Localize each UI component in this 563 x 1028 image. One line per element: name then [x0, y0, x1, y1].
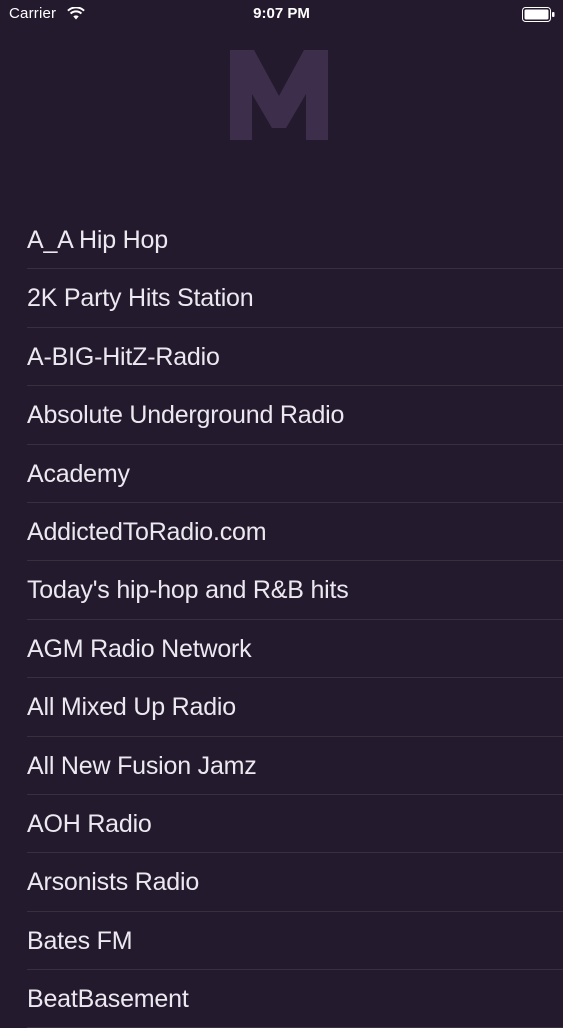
station-list: A_A Hip Hop 2K Party Hits Station A-BIG-Hi… [0, 211, 563, 1028]
station-name: Today's hip-hop and R&B hits [27, 576, 349, 605]
station-name: Arsonists Radio [27, 868, 200, 897]
station-row[interactable]: Arsonists Radio [0, 853, 563, 913]
station-name: All Mixed Up Radio [27, 693, 236, 722]
battery-icon [522, 7, 555, 22]
status-time: 9:07 PM [253, 5, 310, 22]
station-name: Academy [27, 459, 130, 488]
station-row[interactable]: Academy [0, 445, 563, 504]
station-row[interactable]: AOH Radio [0, 795, 563, 854]
station-row[interactable]: 2K Party Hits Station [0, 269, 563, 329]
station-name: AGM Radio Network [27, 634, 252, 663]
logo-letter-m [230, 50, 328, 140]
station-name: A-BIG-HitZ-Radio [27, 342, 220, 371]
station-name: Bates FM [27, 926, 133, 955]
station-row[interactable]: All New Fusion Jamz [0, 737, 563, 796]
app-logo [230, 50, 328, 140]
station-row[interactable]: A-BIG-HitZ-Radio [0, 328, 563, 387]
station-row[interactable]: AddictedToRadio.com [0, 503, 563, 562]
station-name: AddictedToRadio.com [27, 517, 267, 546]
station-row[interactable]: Absolute Underground Radio [0, 386, 563, 445]
station-name: Absolute Underground Radio [27, 401, 345, 430]
station-row[interactable]: Bates FM [0, 912, 563, 971]
station-row[interactable]: A_A Hip Hop [0, 211, 563, 270]
station-name: BeatBasement [27, 985, 189, 1014]
status-bar: Carrier 9:07 PM [0, 0, 563, 30]
station-row[interactable]: BeatBasement [0, 970, 563, 1028]
station-name: 2K Party Hits Station [27, 284, 254, 313]
station-name: All New Fusion Jamz [27, 751, 257, 780]
station-name: A_A Hip Hop [27, 226, 168, 254]
station-row[interactable]: Today's hip-hop and R&B hits [0, 561, 563, 621]
station-name: AOH Radio [27, 809, 152, 838]
station-row[interactable]: AGM Radio Network [0, 620, 563, 679]
station-row[interactable]: All Mixed Up Radio [0, 678, 563, 737]
